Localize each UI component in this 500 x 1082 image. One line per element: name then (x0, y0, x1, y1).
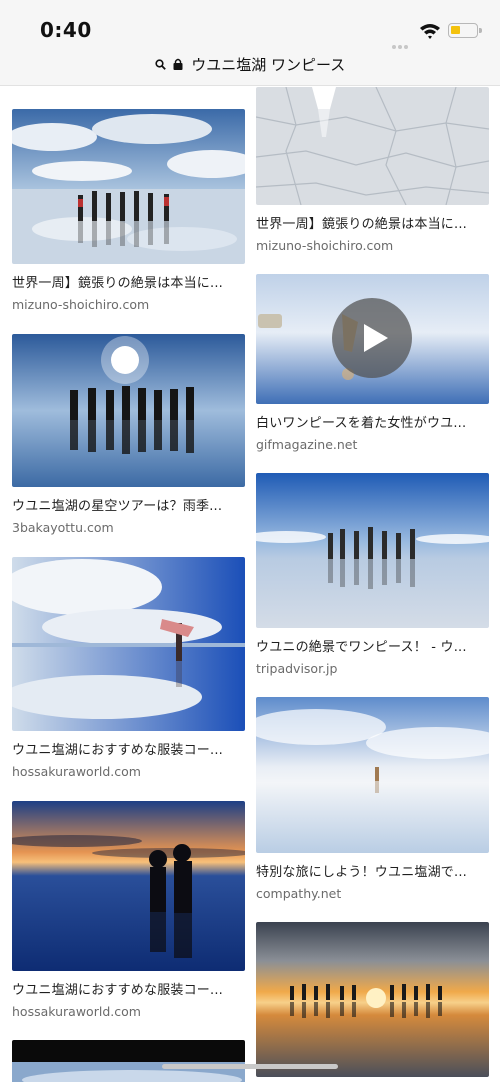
result-card[interactable] (256, 922, 489, 1077)
result-thumbnail[interactable] (256, 274, 489, 404)
result-card[interactable]: 白いワンピースを着た女性がウユ... gifmagazine.net (256, 274, 489, 452)
image-results-grid: 世界一周】鏡張りの絶景は本当に... mizuno-shoichiro.com … (0, 87, 500, 1082)
result-thumbnail[interactable] (12, 334, 245, 487)
result-thumbnail[interactable] (12, 1040, 245, 1082)
result-card[interactable]: 特別な旅にしよう！ウユニ塩湖で... compathy.net (256, 697, 489, 901)
lock-icon (173, 56, 183, 74)
result-thumbnail[interactable] (12, 109, 245, 264)
result-title: 世界一周】鏡張りの絶景は本当に... (256, 217, 467, 232)
result-source: compathy.net (256, 886, 342, 901)
result-thumbnail[interactable] (256, 697, 489, 853)
status-time: 0:40 (40, 18, 92, 42)
home-indicator[interactable] (162, 1064, 338, 1069)
result-card[interactable]: ウユニ塩湖におすすめな服装コー... hossakuraworld.com (12, 801, 245, 1019)
result-thumbnail[interactable] (256, 87, 489, 205)
result-thumbnail[interactable] (12, 801, 245, 971)
result-title: 白いワンピースを着た女性がウユ... (256, 416, 467, 431)
result-thumbnail[interactable] (256, 922, 489, 1077)
result-card[interactable]: ウユニの絶景でワンピース！ - ウ... tripadvisor.jp (256, 473, 489, 676)
play-icon (364, 324, 388, 352)
result-source: mizuno-shoichiro.com (256, 238, 394, 253)
result-card[interactable]: ウユニ塩湖の星空ツアーは？雨季... 3bakayottu.com (12, 334, 245, 535)
result-source: 3bakayottu.com (12, 520, 114, 535)
result-title: ウユニ塩湖におすすめな服装コー... (12, 983, 223, 998)
result-source: gifmagazine.net (256, 437, 358, 452)
result-title: 世界一周】鏡張りの絶景は本当に... (12, 276, 223, 291)
search-icon (155, 56, 166, 74)
result-source: tripadvisor.jp (256, 661, 338, 676)
result-title: ウユニ塩湖におすすめな服装コー... (12, 743, 223, 758)
url-bar[interactable]: ウユニ塩湖 ワンピース (0, 50, 500, 86)
result-card[interactable]: 世界一周】鏡張りの絶景は本当に... mizuno-shoichiro.com (12, 109, 245, 312)
search-query: ウユニ塩湖 ワンピース (191, 56, 346, 74)
result-title: ウユニ塩湖の星空ツアーは？雨季... (12, 499, 223, 514)
cellular-signal-icon (392, 34, 414, 68)
status-bar: 0:40 (0, 0, 500, 68)
result-source: hossakuraworld.com (12, 764, 141, 779)
battery-icon (448, 23, 482, 38)
wifi-icon (419, 22, 441, 40)
result-card[interactable] (12, 1040, 245, 1082)
result-thumbnail[interactable] (256, 473, 489, 628)
result-source: hossakuraworld.com (12, 1004, 141, 1019)
result-card[interactable]: 世界一周】鏡張りの絶景は本当に... mizuno-shoichiro.com (256, 87, 489, 253)
result-title: 特別な旅にしよう！ウユニ塩湖で... (256, 865, 467, 880)
result-thumbnail[interactable] (12, 557, 245, 731)
result-title: ウユニの絶景でワンピース！ - ウ... (256, 640, 467, 655)
result-card[interactable]: ウユニ塩湖におすすめな服装コー... hossakuraworld.com (12, 557, 245, 779)
result-source: mizuno-shoichiro.com (12, 297, 150, 312)
play-button[interactable] (332, 298, 412, 378)
